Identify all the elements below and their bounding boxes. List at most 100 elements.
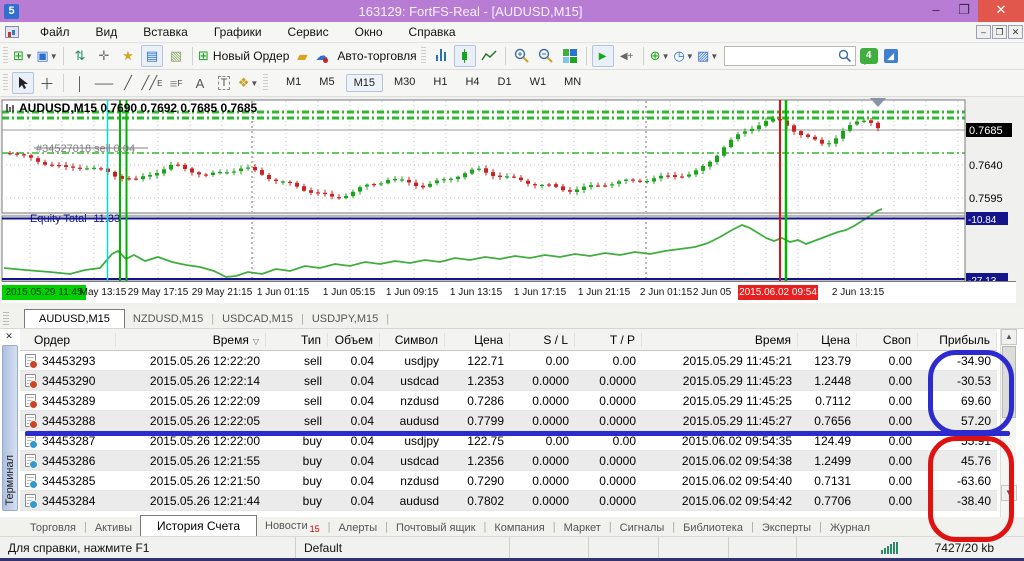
table-row[interactable]: 344532852015.05.26 12:21:50buy0.04nzdusd… xyxy=(20,471,997,491)
chart-profiles-button[interactable]: ▣▼ xyxy=(36,45,58,67)
scroll-up-button[interactable]: ▲ xyxy=(1001,329,1017,345)
search-input[interactable] xyxy=(724,46,856,66)
data-window-button[interactable]: ✛ xyxy=(93,45,115,67)
tab-Маркет[interactable]: Маркет xyxy=(556,520,609,536)
child-restore-button[interactable]: ❐ xyxy=(992,25,1007,39)
tile-windows-button[interactable] xyxy=(559,45,581,67)
column-header-9[interactable]: Цена xyxy=(798,333,857,347)
close-window-button[interactable]: ✕ xyxy=(978,0,1024,22)
equidistant-channel-button[interactable]: ╱╱E xyxy=(141,72,163,94)
deposit-icon[interactable]: ▰ xyxy=(291,45,313,67)
toolbar-grip[interactable] xyxy=(421,47,426,65)
line-chart-button[interactable] xyxy=(478,45,500,67)
price-chart-svg[interactable]: 0.76850.76400.7595-10.84-27.13AUDUSD,M15… xyxy=(0,97,1024,307)
timeframe-W1[interactable]: W1 xyxy=(523,74,554,92)
bars-chart-button[interactable] xyxy=(430,45,452,67)
close-terminal-button[interactable]: ✕ xyxy=(3,330,15,342)
column-header-5[interactable]: Цена xyxy=(445,333,510,347)
cursor-button[interactable] xyxy=(12,72,34,94)
restore-window-button[interactable]: ❐ xyxy=(950,0,978,22)
tab-Новости[interactable]: Новости15 xyxy=(257,518,328,536)
timeframe-D1[interactable]: D1 xyxy=(491,74,519,92)
toolbar-grip[interactable] xyxy=(3,47,8,65)
child-minimize-button[interactable]: – xyxy=(976,25,991,39)
tab-Сигналы[interactable]: Сигналы xyxy=(612,520,673,536)
chart-tab-AUDUSDM15[interactable]: AUDUSD,M15 xyxy=(24,309,125,328)
menu-item-Вставка[interactable]: Вставка xyxy=(130,23,201,41)
table-row[interactable]: 344532902015.05.26 12:22:14sell0.04usdca… xyxy=(20,371,997,391)
table-row[interactable]: 344532842015.05.26 12:21:44buy0.04audusd… xyxy=(20,491,997,511)
vertical-line-button[interactable]: │ xyxy=(69,72,91,94)
menu-item-Окно[interactable]: Окно xyxy=(342,23,396,41)
menu-item-Файл[interactable]: Файл xyxy=(27,23,83,41)
column-header-4[interactable]: Символ xyxy=(380,333,445,347)
column-header-3[interactable]: Объем xyxy=(328,333,380,347)
arrows-button[interactable]: ❖▼ xyxy=(237,72,259,94)
tab-Библиотека[interactable]: Библиотека xyxy=(675,520,751,536)
tab-Торговля[interactable]: Торговля xyxy=(22,520,84,536)
child-close-button[interactable]: ✕ xyxy=(1008,25,1023,39)
crosshair-button[interactable]: ＋ xyxy=(36,72,58,94)
menu-item-Графики[interactable]: Графики xyxy=(201,23,275,41)
timeframe-M1[interactable]: M1 xyxy=(279,74,308,92)
column-header-8[interactable]: Время xyxy=(642,333,798,347)
strategy-tester-button[interactable]: ▧ xyxy=(165,45,187,67)
zoom-in-button[interactable] xyxy=(511,45,533,67)
table-row[interactable]: 344532932015.05.26 12:22:20sell0.04usdjp… xyxy=(20,351,997,371)
timeframe-M5[interactable]: M5 xyxy=(312,74,341,92)
menu-item-Вид[interactable]: Вид xyxy=(83,23,131,41)
chart-tab-NZDUSDM15[interactable]: NZDUSD,M15 xyxy=(125,310,211,328)
chart-area[interactable]: 0.76850.76400.7595-10.84-27.13AUDUSD,M15… xyxy=(0,97,1024,307)
column-header-6[interactable]: S / L xyxy=(510,333,575,347)
toolbar-grip[interactable] xyxy=(263,74,268,92)
chart-tab-USDJPYM15[interactable]: USDJPY,M15 xyxy=(304,310,386,328)
periods-button[interactable]: ◷▼ xyxy=(673,45,695,67)
column-header-7[interactable]: T / P xyxy=(575,333,642,347)
column-header-11[interactable]: Прибыль xyxy=(918,333,997,347)
column-header-0[interactable]: Ордер xyxy=(20,333,116,347)
terminal-button[interactable]: ▤ xyxy=(141,45,163,67)
autotrade-button[interactable]: ☁Авто-торговля xyxy=(315,45,416,67)
candlestick-chart-button[interactable] xyxy=(454,45,476,67)
tab-Компания[interactable]: Компания xyxy=(486,520,552,536)
auto-scroll-button[interactable]: ▶ xyxy=(592,45,614,67)
tab-Алерты[interactable]: Алерты xyxy=(330,520,385,536)
tab-Почтовый-ящик[interactable]: Почтовый ящик xyxy=(388,520,483,536)
terminal-sidebar[interactable]: Терминал xyxy=(2,345,18,511)
market-watch-button[interactable]: ⇅ xyxy=(69,45,91,67)
chat-notifications-button[interactable]: 4 xyxy=(860,48,878,64)
tab-Журнал[interactable]: Журнал xyxy=(822,520,878,536)
chart-tab-USDCADM15[interactable]: USDCAD,M15 xyxy=(214,310,301,328)
templates-button[interactable]: ▨▼ xyxy=(697,45,719,67)
table-row[interactable]: 344532862015.05.26 12:21:55buy0.04usdcad… xyxy=(20,451,997,471)
zoom-out-button[interactable] xyxy=(535,45,557,67)
tab-История-Счета[interactable]: История Счета xyxy=(140,515,257,536)
horizontal-line-button[interactable]: ── xyxy=(93,72,115,94)
menu-item-Сервис[interactable]: Сервис xyxy=(275,23,342,41)
timeframe-M30[interactable]: M30 xyxy=(387,74,422,92)
text-label-button[interactable]: T xyxy=(213,72,235,94)
status-profile[interactable]: Default xyxy=(296,537,510,558)
chart-shift-button[interactable]: ◀+ xyxy=(616,45,638,67)
table-row[interactable]: 344532882015.05.26 12:22:05sell0.04audus… xyxy=(20,411,997,431)
indicators-button[interactable]: ⊕▼ xyxy=(649,45,671,67)
column-header-10[interactable]: Своп xyxy=(857,333,918,347)
minimize-window-button[interactable]: – xyxy=(922,0,950,22)
timeframe-M15[interactable]: M15 xyxy=(346,74,383,92)
text-button[interactable]: A xyxy=(189,72,211,94)
dock-toolbar-icon[interactable]: ◢ xyxy=(884,49,898,63)
table-row[interactable]: 344532892015.05.26 12:22:09sell0.04nzdus… xyxy=(20,391,997,411)
new-chart-button[interactable]: ⊞▼ xyxy=(12,45,34,67)
timeframe-H1[interactable]: H1 xyxy=(426,74,454,92)
trendline-button[interactable]: ╱ xyxy=(117,72,139,94)
menu-item-Справка[interactable]: Справка xyxy=(396,23,469,41)
column-header-1[interactable]: Время▽ xyxy=(116,333,266,347)
column-header-2[interactable]: Тип xyxy=(266,333,328,347)
timeframe-H4[interactable]: H4 xyxy=(458,74,486,92)
tab-Эксперты[interactable]: Эксперты xyxy=(754,520,819,536)
navigator-button[interactable]: ★ xyxy=(117,45,139,67)
fibonacci-button[interactable]: ≡F xyxy=(165,72,187,94)
new-order-button[interactable]: ⊞Новый Ордер xyxy=(198,45,289,67)
tab-Активы[interactable]: Активы xyxy=(87,520,140,536)
toolbar-grip[interactable] xyxy=(3,74,8,92)
